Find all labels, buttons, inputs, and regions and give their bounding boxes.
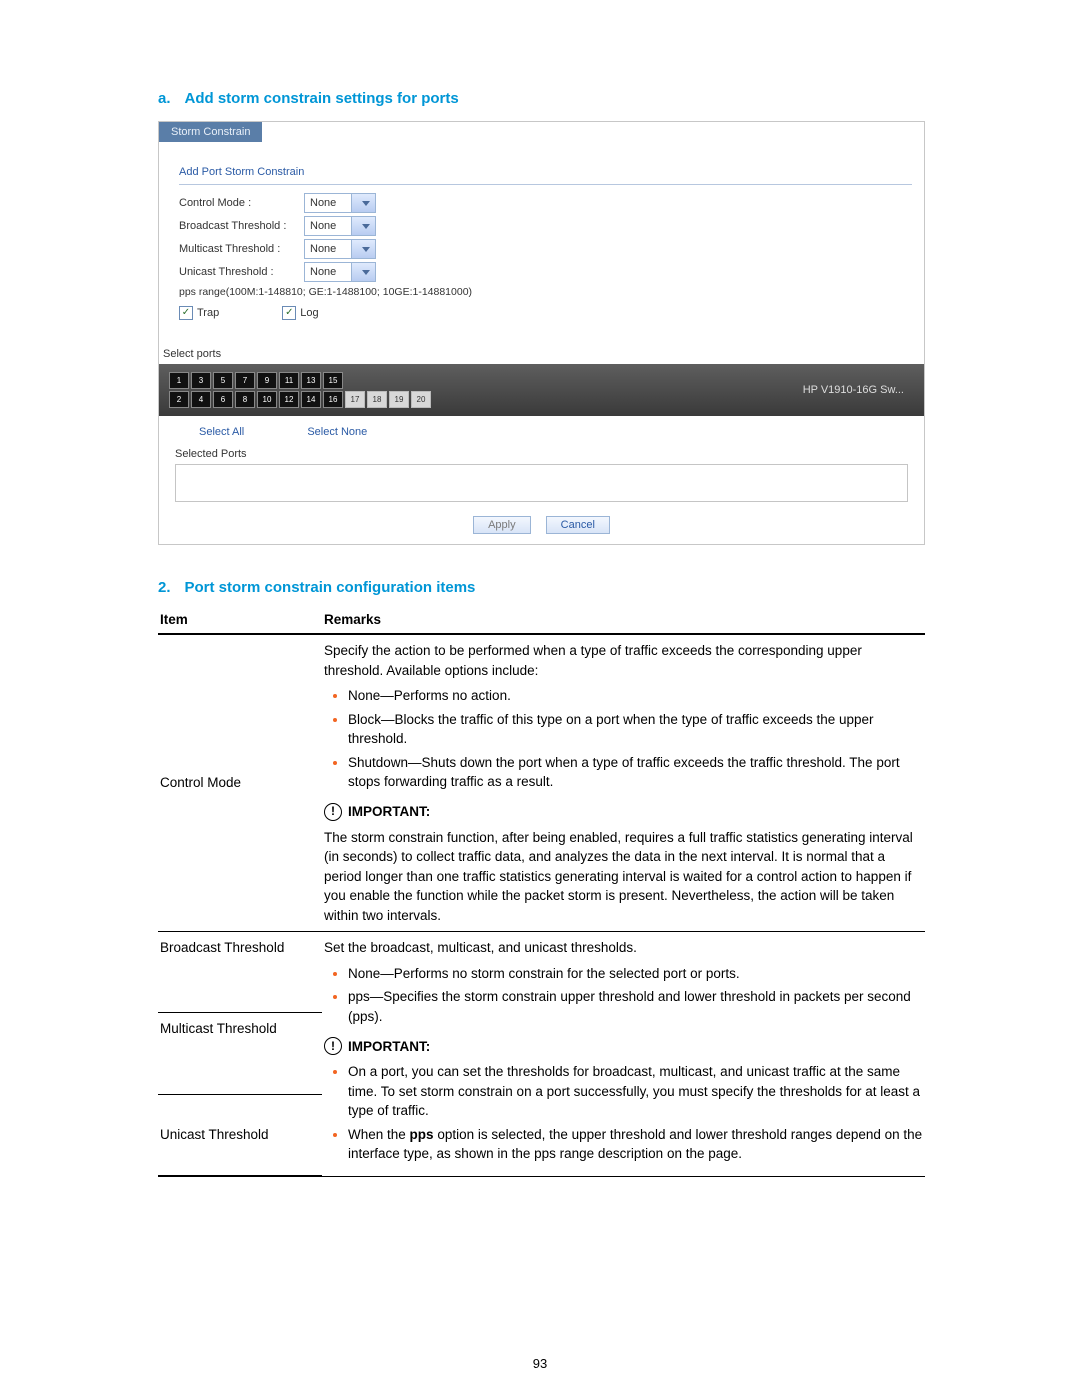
label-broadcast: Broadcast Threshold : [179,220,304,232]
pps-range-text: pps range(100M:1-148810; GE:1-1488100; 1… [179,286,912,298]
cell-item: Broadcast Threshold [158,932,322,1013]
port[interactable]: 4 [191,391,211,408]
heading-a: a. Add storm constrain settings for ports [158,90,925,107]
checkbox-trap-label: Trap [197,307,219,319]
port[interactable]: 20 [411,391,431,408]
important-icon: ! [324,803,342,821]
check-icon: ✓ [282,306,296,320]
checkbox-log-label: Log [300,307,318,319]
checkbox-log[interactable]: ✓ Log [282,306,318,320]
select-unicast-value: None [305,266,336,278]
port[interactable]: 13 [301,372,321,389]
config-table: Item Remarks Control Mode Specify the ac… [158,608,925,1177]
select-multicast[interactable]: None [304,239,376,259]
chevron-down-icon [351,194,375,212]
list-item: Shutdown—Shuts down the port when a type… [348,753,923,792]
table-row: Control Mode Specify the action to be pe… [158,634,925,932]
text: When the [348,1127,410,1142]
important-heading: ! IMPORTANT: [324,1037,923,1057]
important-heading: ! IMPORTANT: [324,802,923,822]
cell-remarks: Specify the action to be performed when … [322,634,925,932]
list-item: None—Performs no storm constrain for the… [348,964,923,984]
label-select-ports: Select ports [163,348,924,360]
port[interactable]: 19 [389,391,409,408]
chevron-down-icon [351,240,375,258]
row-multicast: Multicast Threshold : None [179,239,912,259]
select-multicast-value: None [305,243,336,255]
port[interactable]: 15 [323,372,343,389]
heading-2-prefix: 2. [158,579,171,596]
list-item: None—Performs no action. [348,686,923,706]
port[interactable]: 3 [191,372,211,389]
row-control-mode: Control Mode : None [179,193,912,213]
remarks-intro: Specify the action to be performed when … [324,641,923,680]
label-multicast: Multicast Threshold : [179,243,304,255]
row-unicast: Unicast Threshold : None [179,262,912,282]
cell-item: Multicast Threshold [158,1013,322,1094]
tab-storm-constrain[interactable]: Storm Constrain [159,122,262,142]
chevron-down-icon [351,217,375,235]
port[interactable]: 12 [279,391,299,408]
port[interactable]: 16 [323,391,343,408]
port[interactable]: 2 [169,391,189,408]
selected-ports-box [175,464,908,502]
label-selected-ports: Selected Ports [175,448,924,460]
table-row: Broadcast Threshold Set the broadcast, m… [158,932,925,1013]
label-control-mode: Control Mode : [179,197,304,209]
port[interactable]: 6 [213,391,233,408]
section-title: Add Port Storm Constrain [179,166,912,185]
row-broadcast: Broadcast Threshold : None [179,216,912,236]
check-icon: ✓ [179,306,193,320]
list-item: pps—Specifies the storm constrain upper … [348,987,923,1026]
port[interactable]: 9 [257,372,277,389]
port[interactable]: 17 [345,391,365,408]
important-icon: ! [324,1037,342,1055]
cell-item: Control Mode [158,634,322,932]
cell-item: Unicast Threshold [158,1094,322,1176]
heading-a-prefix: a. [158,90,171,107]
port[interactable]: 8 [235,391,255,408]
port[interactable]: 18 [367,391,387,408]
port-selector-strip: 13579111315 24681012141617181920 HP V191… [159,364,924,416]
select-control-mode[interactable]: None [304,193,376,213]
select-broadcast[interactable]: None [304,216,376,236]
th-remarks: Remarks [322,608,925,634]
port[interactable]: 10 [257,391,277,408]
heading-2: 2. Port storm constrain configuration ite… [158,579,925,596]
list-item: Block—Blocks the traffic of this type on… [348,710,923,749]
heading-a-text: Add storm constrain settings for ports [185,90,459,107]
link-select-none[interactable]: Select None [307,426,367,438]
heading-2-text: Port storm constrain configuration items [185,579,476,596]
text: option is selected, the upper threshold … [348,1127,922,1162]
list-item: On a port, you can set the thresholds fo… [348,1062,923,1121]
important-label: IMPORTANT: [348,1037,430,1057]
list-item: When the pps option is selected, the upp… [348,1125,923,1164]
port[interactable]: 14 [301,391,321,408]
link-select-all[interactable]: Select All [199,426,244,438]
important-label: IMPORTANT: [348,802,430,822]
select-control-mode-value: None [305,197,336,209]
cell-remarks: Set the broadcast, multicast, and unicas… [322,932,925,1177]
chevron-down-icon [351,263,375,281]
port[interactable]: 7 [235,372,255,389]
port[interactable]: 5 [213,372,233,389]
page-number: 93 [0,1356,1080,1371]
select-broadcast-value: None [305,220,336,232]
select-unicast[interactable]: None [304,262,376,282]
important-text: The storm constrain function, after bein… [324,828,923,926]
port[interactable]: 1 [169,372,189,389]
th-item: Item [158,608,322,634]
checkbox-trap[interactable]: ✓ Trap [179,306,219,320]
storm-constrain-screenshot: Storm Constrain Add Port Storm Constrain… [158,121,925,545]
apply-button[interactable]: Apply [473,516,531,534]
text-bold: pps [410,1127,434,1142]
port[interactable]: 11 [279,372,299,389]
device-name: HP V1910-16G Sw... [803,384,914,396]
label-unicast: Unicast Threshold : [179,266,304,278]
remarks-intro: Set the broadcast, multicast, and unicas… [324,938,923,958]
cancel-button[interactable]: Cancel [546,516,610,534]
